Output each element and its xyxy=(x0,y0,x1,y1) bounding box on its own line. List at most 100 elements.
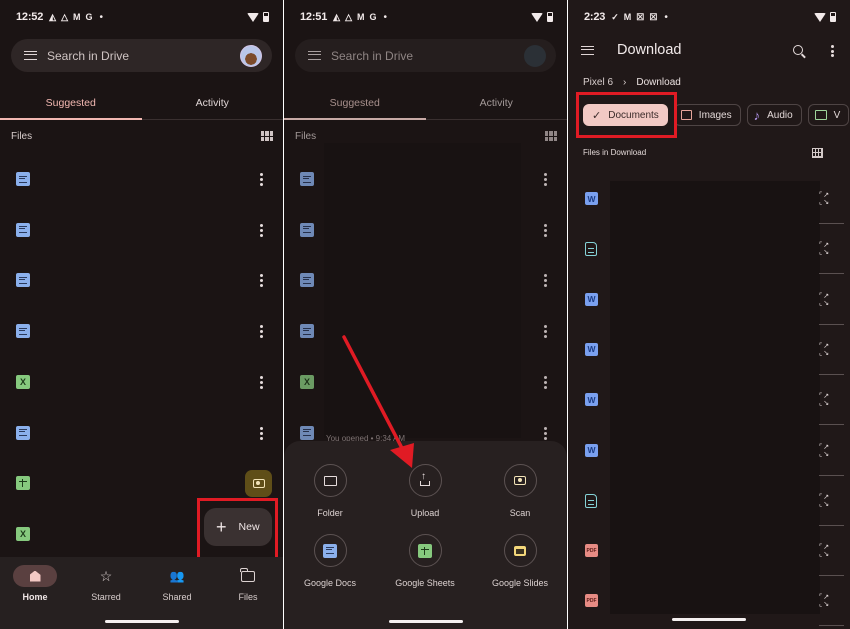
expand-icon[interactable]: ⌜↗ ⌞↘ xyxy=(819,594,833,608)
expand-icon[interactable]: ⌜↗ ⌞↘ xyxy=(819,544,833,558)
docs-icon xyxy=(16,273,30,288)
chip-videos[interactable]: V xyxy=(807,104,850,126)
scan-fab[interactable] xyxy=(245,470,272,497)
download-done-icon: ✓ xyxy=(611,11,619,22)
search-icon[interactable] xyxy=(793,45,803,55)
tab-activity[interactable]: Activity xyxy=(142,90,284,119)
docs-icon xyxy=(16,172,30,186)
star-icon: ☆ xyxy=(99,568,113,584)
image-icon xyxy=(680,110,692,120)
notification-dot-icon: • xyxy=(664,11,668,23)
search-input[interactable]: Search in Drive xyxy=(47,49,240,63)
docs-icon xyxy=(300,425,314,440)
nav-starred-label: Starred xyxy=(91,592,121,602)
status-bar: 2:23 ✓ M ☒ ☒ • xyxy=(584,9,836,25)
row-divider xyxy=(819,273,844,275)
more-options-icon[interactable] xyxy=(260,223,263,237)
app-bar: Download xyxy=(568,33,850,67)
docs-icon xyxy=(300,172,314,186)
word-file-icon: W xyxy=(585,342,598,356)
tab-activity[interactable]: Activity xyxy=(426,90,568,119)
file-row[interactable]: X xyxy=(0,0,283,541)
chip-images[interactable]: Images xyxy=(673,104,741,126)
more-options-icon[interactable] xyxy=(544,173,547,186)
chip-audio[interactable]: ♪ Audio xyxy=(746,104,802,126)
page-title: Download xyxy=(617,42,682,58)
create-google-sheets[interactable]: Google Sheets xyxy=(378,534,472,588)
create-folder[interactable]: Folder xyxy=(284,464,377,518)
expand-icon[interactable]: ⌜↗ ⌞↘ xyxy=(819,494,833,508)
more-options-icon[interactable] xyxy=(260,325,263,339)
people-icon: 👥 xyxy=(169,569,185,583)
folder-icon xyxy=(240,567,255,582)
create-google-slides[interactable]: Google Slides xyxy=(473,534,567,588)
more-options-icon[interactable] xyxy=(544,375,547,389)
gesture-bar xyxy=(104,620,179,623)
docs-icon xyxy=(16,425,30,440)
more-options-icon[interactable] xyxy=(544,223,547,237)
nav-files[interactable]: Files xyxy=(220,565,276,602)
nav-home[interactable]: Home xyxy=(7,565,63,602)
grid-view-icon[interactable] xyxy=(261,131,273,141)
search-input[interactable]: Search in Drive xyxy=(331,49,524,63)
chevron-right-icon: › xyxy=(623,77,627,88)
gmail-icon: M xyxy=(623,12,632,22)
expand-icon[interactable]: ⌜↗ ⌞↘ xyxy=(819,293,833,307)
menu-icon[interactable] xyxy=(24,51,37,60)
file-row[interactable] xyxy=(284,0,567,440)
create-google-docs[interactable]: Google Docs xyxy=(284,534,377,588)
row-divider xyxy=(819,474,844,476)
highlight-box xyxy=(197,498,278,560)
bottom-nav: Home ☆ Starred 👥 Shared Files xyxy=(0,557,283,629)
tab-suggested[interactable]: Suggested xyxy=(284,90,426,120)
word-file-icon: W xyxy=(585,292,598,306)
more-options-icon[interactable] xyxy=(544,325,547,339)
wifi-icon xyxy=(814,12,826,22)
text-file-icon xyxy=(585,242,597,257)
more-options-icon[interactable] xyxy=(831,45,834,57)
upload-icon xyxy=(420,471,430,486)
expand-icon[interactable]: ⌜↗ ⌞↘ xyxy=(819,192,833,206)
grid-view-icon[interactable] xyxy=(812,148,823,158)
more-options-icon[interactable] xyxy=(260,274,263,288)
drive-home-panel: 12:52 ◭ △ M G • Search in Drive Suggeste… xyxy=(0,0,283,629)
more-options-icon[interactable] xyxy=(260,173,263,186)
text-file-icon xyxy=(585,493,597,508)
row-divider xyxy=(819,524,844,526)
nav-starred[interactable]: ☆ Starred xyxy=(78,565,134,602)
battery-icon xyxy=(830,12,836,22)
nav-home-label: Home xyxy=(22,592,48,602)
create-upload[interactable]: Upload xyxy=(378,464,472,518)
files-header: Files xyxy=(11,131,33,142)
menu-icon[interactable] xyxy=(581,45,594,55)
redacted-area xyxy=(610,181,820,614)
expand-icon[interactable]: ⌜↗ ⌞↘ xyxy=(819,242,833,256)
highlight-box xyxy=(576,92,677,138)
expand-icon[interactable]: ⌜↗ ⌞↘ xyxy=(819,444,833,458)
music-note-icon: ♪ xyxy=(753,107,761,123)
row-divider xyxy=(819,575,844,577)
more-options-icon[interactable] xyxy=(544,426,547,440)
nav-shared[interactable]: 👥 Shared xyxy=(149,565,205,602)
breadcrumb-pixel6[interactable]: Pixel 6 xyxy=(583,77,613,88)
breadcrumb-download: Download xyxy=(636,77,681,88)
app-icon: ☒ xyxy=(636,11,645,22)
excel-icon: X xyxy=(300,374,314,389)
grid-view-icon[interactable] xyxy=(545,131,557,141)
video-icon xyxy=(814,110,827,120)
drive-create-panel: 12:51 ◭ △ M G • Search in Drive Suggeste… xyxy=(284,0,567,629)
docs-icon xyxy=(323,543,337,558)
tab-suggested[interactable]: Suggested xyxy=(0,90,142,120)
pdf-file-icon: PDF xyxy=(585,544,598,558)
files-header: Files xyxy=(295,131,317,142)
menu-icon[interactable] xyxy=(308,51,321,60)
more-options-icon[interactable] xyxy=(260,375,263,389)
expand-icon[interactable]: ⌜↗ ⌞↘ xyxy=(819,343,833,357)
create-scan[interactable]: Scan xyxy=(473,464,567,518)
excel-icon: X xyxy=(16,374,30,389)
folder-icon xyxy=(323,475,337,486)
expand-icon[interactable]: ⌜↗ ⌞↘ xyxy=(819,393,833,407)
more-options-icon[interactable] xyxy=(260,426,263,440)
create-new-sheet: Folder Upload Scan Google Docs Google Sh… xyxy=(284,441,567,629)
more-options-icon[interactable] xyxy=(544,274,547,288)
